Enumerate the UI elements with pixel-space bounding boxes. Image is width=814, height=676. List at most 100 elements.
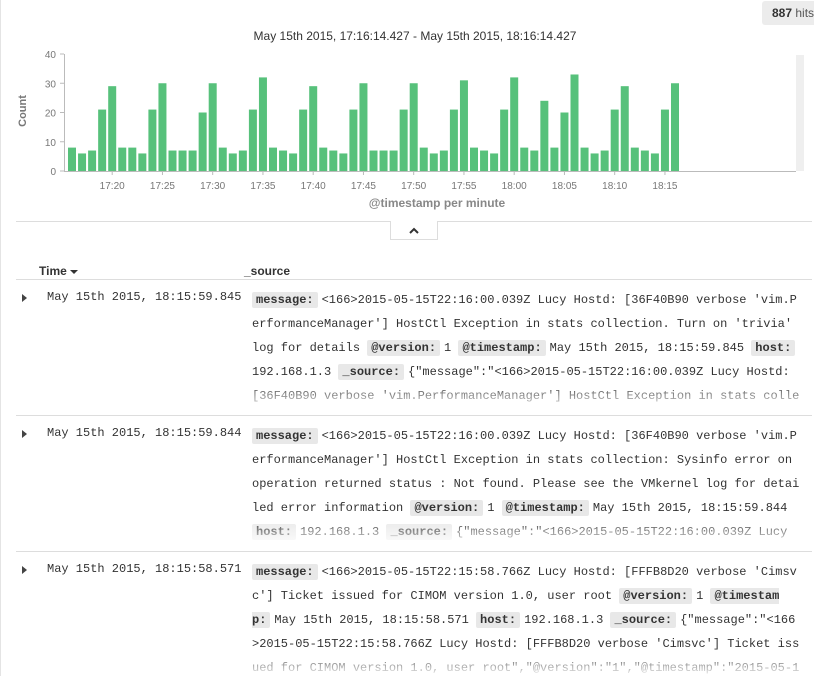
field-key: @version: <box>619 588 693 604</box>
expand-row-toggle[interactable] <box>16 558 36 578</box>
histogram-bar[interactable] <box>218 147 227 171</box>
histogram-bar[interactable] <box>590 153 599 171</box>
histogram-bar[interactable] <box>660 109 669 171</box>
x-tick-label: 18:10 <box>602 181 627 192</box>
histogram-bar[interactable] <box>198 112 207 172</box>
expand-row-toggle[interactable] <box>16 286 36 306</box>
chart-scroll-track[interactable] <box>796 55 804 171</box>
histogram-bar[interactable] <box>329 150 338 171</box>
row-source: message: <166>2015-05-15T22:16:00.039Z Lu… <box>252 424 800 544</box>
column-header-source: _source <box>244 264 291 278</box>
histogram-bar[interactable] <box>530 150 539 171</box>
histogram-bar[interactable] <box>88 150 97 171</box>
field-key: host: <box>476 612 521 628</box>
row-source: message: <166>2015-05-15T22:16:00.039Z Lu… <box>252 288 800 408</box>
field-value: 1 <box>696 589 711 603</box>
histogram-bar[interactable] <box>188 150 197 171</box>
histogram-bar[interactable] <box>148 109 157 171</box>
field-value: 192.168.1.3 <box>300 525 387 539</box>
histogram-bar[interactable] <box>470 147 478 171</box>
expand-row-toggle[interactable] <box>16 422 36 442</box>
y-tick-label: 0 <box>50 167 56 178</box>
histogram-bar[interactable] <box>409 83 418 171</box>
histogram-bar[interactable] <box>389 150 398 171</box>
histogram-bar[interactable] <box>269 147 277 171</box>
histogram-bar[interactable] <box>78 153 87 171</box>
field-value: May 15th 2015, 18:15:59.845 <box>549 341 752 355</box>
table-row[interactable]: May 15th 2015, 18:15:59.845 message: <166>… <box>16 280 812 414</box>
histogram-bar[interactable] <box>671 83 679 171</box>
histogram-bar[interactable] <box>258 77 267 171</box>
histogram-bar[interactable] <box>299 109 308 171</box>
histogram-bar[interactable] <box>540 100 549 171</box>
histogram-bar[interactable] <box>319 147 328 171</box>
column-header-time[interactable]: Time <box>39 264 78 278</box>
histogram-bar[interactable] <box>630 147 639 171</box>
field-key: @timestamp: <box>458 340 546 356</box>
histogram-bar[interactable] <box>208 83 217 171</box>
field-key: message: <box>252 292 318 308</box>
histogram-bar[interactable] <box>560 112 569 172</box>
histogram-bar[interactable] <box>480 150 489 171</box>
table-row[interactable]: May 15th 2015, 18:15:59.844 message: <166>… <box>16 416 812 550</box>
collapse-chart-button[interactable] <box>390 221 438 240</box>
x-tick-label: 17:50 <box>401 181 426 192</box>
histogram-bar[interactable] <box>429 153 438 171</box>
histogram-bar[interactable] <box>500 109 509 171</box>
chevron-up-icon <box>409 227 419 234</box>
x-tick-label: 17:40 <box>301 181 326 192</box>
x-tick-label: 18:05 <box>552 181 577 192</box>
table-row[interactable]: May 15th 2015, 18:15:58.571 message: <166>… <box>16 552 812 676</box>
histogram-bar[interactable] <box>309 86 318 171</box>
histogram-bar[interactable] <box>118 147 127 171</box>
caret-right-icon <box>22 294 27 302</box>
field-key: host: <box>252 524 297 540</box>
histogram-bar[interactable] <box>168 150 177 171</box>
histogram-bar[interactable] <box>238 150 247 171</box>
histogram-bar[interactable] <box>339 153 348 171</box>
histogram-bar[interactable] <box>620 86 629 171</box>
field-key: _source: <box>338 364 405 380</box>
histogram-bar[interactable] <box>459 80 468 171</box>
y-tick-label: 40 <box>45 50 57 61</box>
x-tick-label: 17:55 <box>451 181 476 192</box>
histogram-bar[interactable] <box>68 147 76 171</box>
histogram-bar[interactable] <box>369 150 378 171</box>
histogram-bar[interactable] <box>449 109 458 171</box>
histogram-bar[interactable] <box>640 150 649 171</box>
histogram-bar[interactable] <box>439 150 448 171</box>
x-axis-label: @timestamp per minute <box>369 196 506 210</box>
histogram-bar[interactable] <box>289 153 298 171</box>
histogram-bar[interactable] <box>550 147 559 171</box>
histogram-bar[interactable] <box>98 109 107 171</box>
histogram-bar[interactable] <box>108 86 117 171</box>
histogram-bar[interactable] <box>490 153 499 171</box>
hits-label: hits <box>795 6 814 20</box>
hits-count: 887 <box>772 6 793 20</box>
field-key: _source: <box>386 524 453 540</box>
histogram-bar[interactable] <box>228 153 237 171</box>
x-tick-label: 18:00 <box>502 181 527 192</box>
histogram-bar[interactable] <box>399 109 408 171</box>
histogram-bar[interactable] <box>379 150 388 171</box>
histogram-bar[interactable] <box>520 147 529 171</box>
histogram-bar[interactable] <box>510 77 519 171</box>
histogram-bar[interactable] <box>580 147 589 171</box>
histogram-bar[interactable] <box>419 147 428 171</box>
histogram-bar[interactable] <box>610 109 619 171</box>
histogram-bar[interactable] <box>359 83 368 171</box>
histogram-bar[interactable] <box>248 109 257 171</box>
field-value: 192.168.1.3 <box>252 365 339 379</box>
caret-right-icon <box>22 566 27 574</box>
histogram-bar[interactable] <box>158 83 167 171</box>
histogram-bar[interactable] <box>128 147 137 171</box>
histogram-bar[interactable] <box>600 150 609 171</box>
histogram-bar[interactable] <box>650 153 659 171</box>
histogram-bar[interactable] <box>138 153 147 171</box>
field-value: 1 <box>444 341 459 355</box>
histogram-bar[interactable] <box>349 109 358 171</box>
field-key: @version: <box>410 500 484 516</box>
histogram-bar[interactable] <box>570 74 579 171</box>
histogram-bar[interactable] <box>178 150 187 171</box>
histogram-bar[interactable] <box>279 150 288 171</box>
